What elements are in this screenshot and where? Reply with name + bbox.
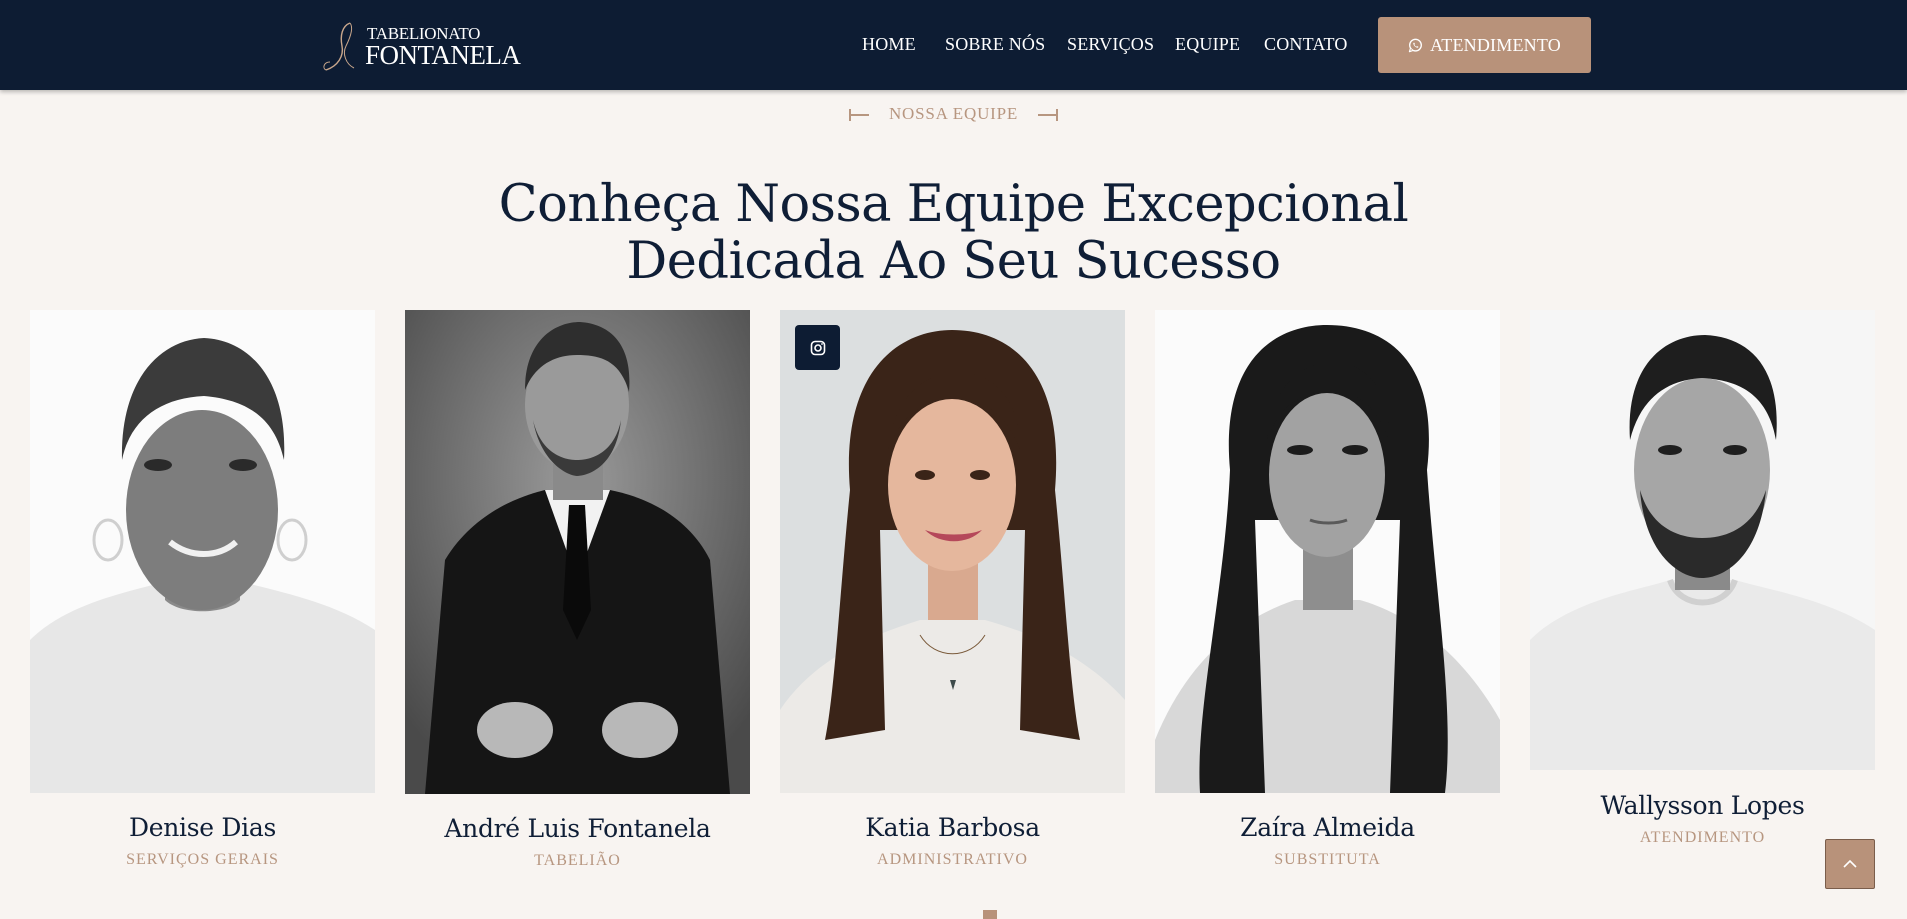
portrait-image: [780, 310, 1125, 793]
nav-home[interactable]: HOME: [862, 34, 916, 55]
member-name: Zaíra Almeida: [1240, 813, 1415, 842]
atendimento-button[interactable]: ATENDIMENTO: [1378, 17, 1591, 73]
scroll-to-top-button[interactable]: [1825, 839, 1875, 889]
section-eyebrow: NOSSA EQUIPE: [0, 104, 1907, 124]
chevron-up-icon: [1843, 859, 1857, 868]
member-name: Wallysson Lopes: [1600, 791, 1805, 820]
member-name: Denise Dias: [129, 813, 276, 842]
instagram-button[interactable]: [795, 325, 840, 370]
portrait-image: [405, 310, 750, 794]
member-role: ATENDIMENTO: [1639, 829, 1766, 846]
logo-monogram-icon: [323, 22, 355, 71]
team-photo: [1155, 310, 1500, 793]
nav-equipe[interactable]: EQUIPE: [1175, 34, 1240, 55]
member-role: SUBSTITUTA: [1274, 851, 1381, 868]
team-photo: [780, 310, 1125, 793]
section-title-line1: Conheça Nossa Equipe Excepcional: [498, 175, 1409, 235]
brand-logo[interactable]: TABELIONATO FONTANELA: [320, 18, 521, 72]
section-title: Conheça Nossa Equipe Excepcional Dedicad…: [0, 176, 1907, 290]
brand-line2: FONTANELA: [365, 40, 521, 70]
team-photo: [1530, 310, 1875, 770]
portrait-image: [1530, 310, 1875, 770]
eyebrow-label: NOSSA EQUIPE: [888, 104, 1019, 123]
member-role: TABELIÃO: [534, 852, 621, 869]
portrait-image: [30, 310, 375, 793]
instagram-icon: [810, 340, 825, 355]
carousel-dot-active[interactable]: [983, 910, 997, 919]
team-photo: [405, 310, 750, 794]
site-header: TABELIONATO FONTANELA HOME SOBRE NÓS SER…: [0, 0, 1907, 90]
member-name: André Luis Fontanela: [444, 814, 711, 843]
atendimento-label: ATENDIMENTO: [1430, 34, 1561, 55]
section-title-line2: Dedicada Ao Seu Sucesso: [626, 232, 1281, 292]
nav-sobre-nos[interactable]: SOBRE NÓS: [945, 34, 1045, 55]
member-role: SERVIÇOS GERAIS: [126, 851, 279, 868]
member-role: ADMINISTRATIVO: [877, 851, 1028, 868]
nav-contato[interactable]: CONTATO: [1264, 34, 1348, 55]
eyebrow-line-left: [848, 109, 869, 122]
portrait-image: [1155, 310, 1500, 793]
eyebrow-line-right: [1038, 109, 1059, 122]
member-name: Katia Barbosa: [865, 813, 1040, 842]
team-photo: [30, 310, 375, 793]
nav-servicos[interactable]: SERVIÇOS: [1067, 34, 1154, 55]
whatsapp-icon: [1408, 38, 1423, 52]
